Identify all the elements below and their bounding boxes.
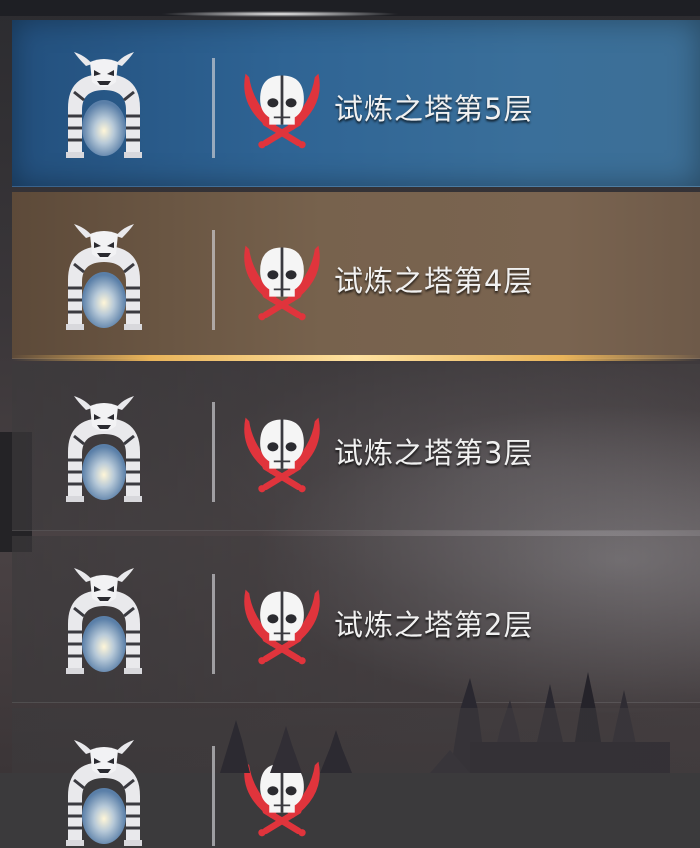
row-divider (212, 574, 215, 674)
castle-spires-foreground (220, 720, 352, 773)
floor-row-3[interactable]: 试炼之塔第3层 (12, 364, 700, 531)
floor-label: 试炼之塔第3层 (334, 436, 534, 470)
skull-crossed-swords-icon (236, 586, 328, 668)
demon-arch-portal-icon (64, 568, 144, 676)
floor-label: 试炼之塔第4层 (334, 264, 534, 298)
demon-arch-portal-icon (64, 224, 144, 332)
highlight-trim-bottom (12, 355, 700, 361)
demon-arch-portal-icon (64, 396, 144, 504)
row-divider (212, 402, 215, 502)
row-divider (212, 230, 215, 330)
demon-arch-portal-icon (64, 52, 144, 160)
floor-label: 试炼之塔第5层 (334, 92, 534, 126)
floor-label: 试炼之塔第2层 (334, 608, 534, 642)
floor-row-5[interactable]: 试炼之塔第5层 (12, 20, 700, 187)
skull-crossed-swords-icon (236, 242, 328, 324)
demon-arch-portal-icon (64, 740, 144, 848)
header-glow (160, 11, 400, 17)
floor-row-4[interactable]: 试炼之塔第4层 (12, 192, 700, 359)
row-divider (212, 58, 215, 158)
skull-crossed-swords-icon (236, 70, 328, 152)
skull-crossed-swords-icon (236, 414, 328, 496)
